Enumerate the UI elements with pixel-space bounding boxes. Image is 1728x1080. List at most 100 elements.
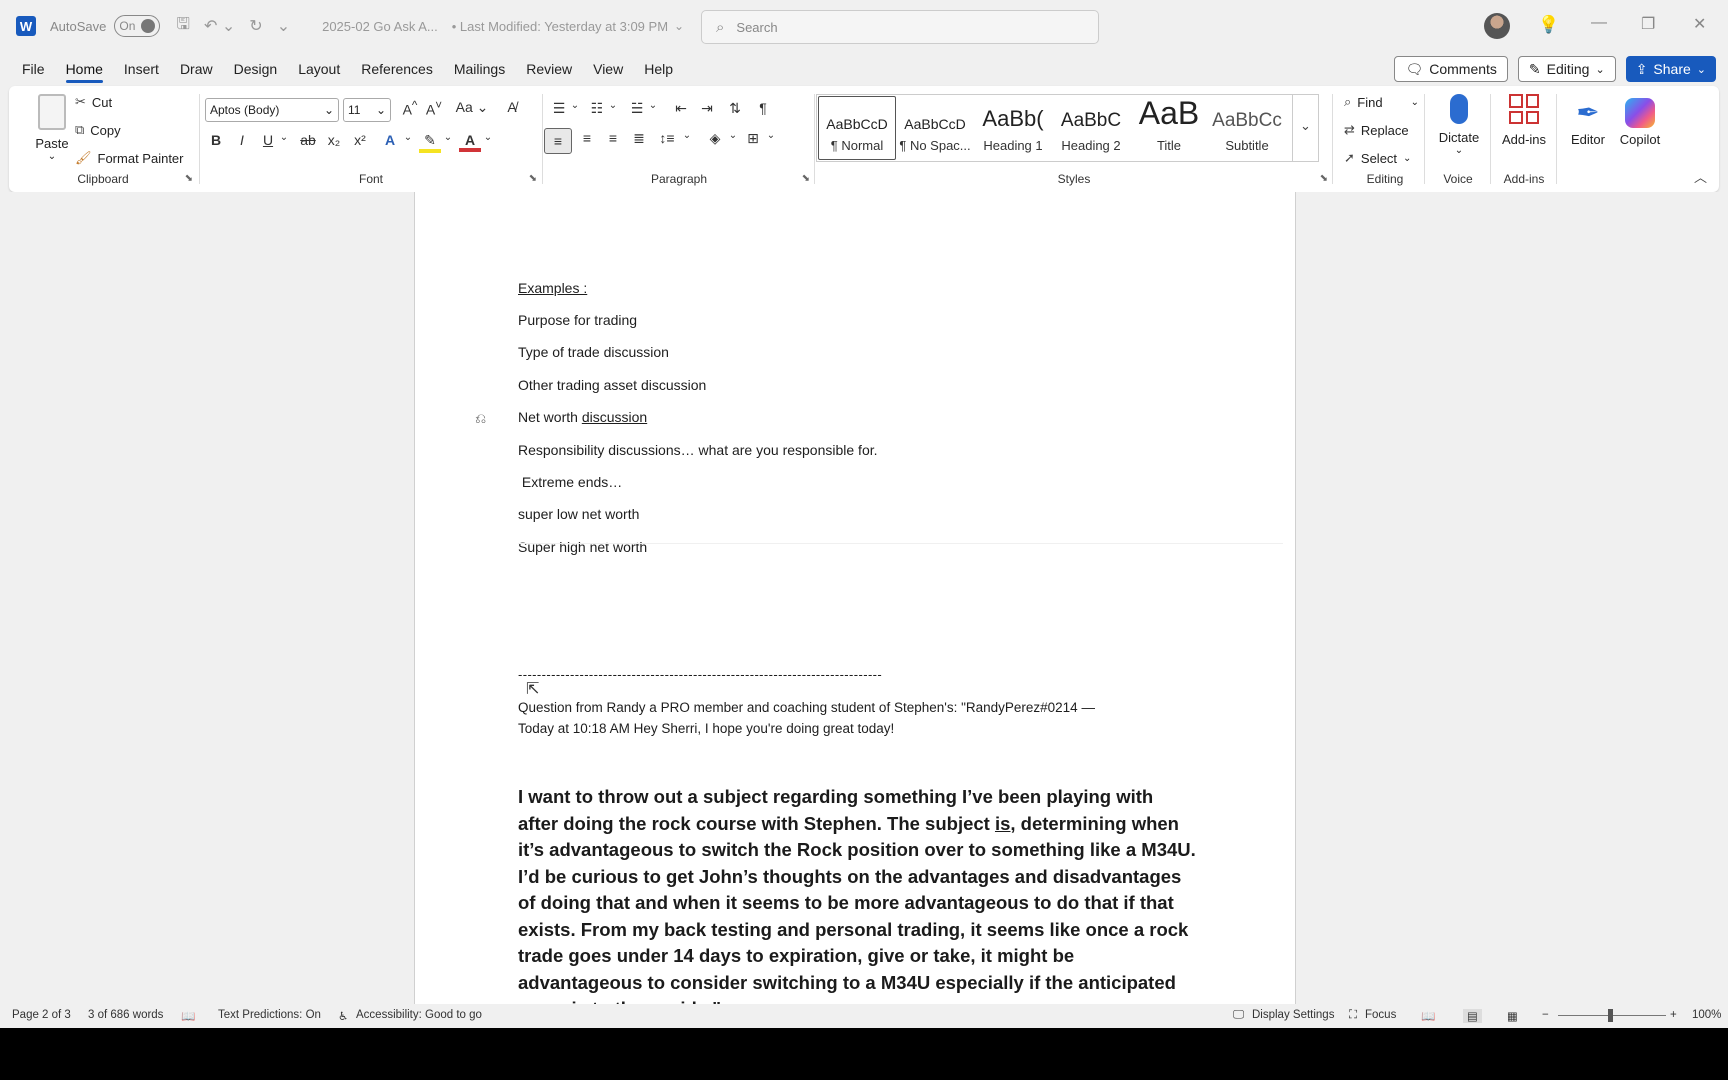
read-mode-icon[interactable]: 📖 xyxy=(1421,1009,1435,1023)
font-name-dropdown[interactable]: Aptos (Body) ⌄ xyxy=(205,98,339,122)
minimize-icon[interactable]: — xyxy=(1591,14,1607,32)
tab-layout[interactable]: Layout xyxy=(298,55,340,83)
italic-icon[interactable]: I xyxy=(231,132,253,148)
zoom-slider-thumb[interactable] xyxy=(1608,1009,1613,1022)
editor-label: Editor xyxy=(1571,132,1605,147)
redo-icon[interactable]: ↻ xyxy=(249,16,262,36)
align-right-icon[interactable]: ≡ xyxy=(602,130,624,146)
chevron-down-icon[interactable]: ⌄ xyxy=(676,130,698,141)
tab-design[interactable]: Design xyxy=(234,55,278,83)
document-page[interactable]: Examples : Purpose for trading Type of t… xyxy=(414,192,1296,1004)
restore-icon[interactable]: ❐ xyxy=(1641,14,1655,34)
addins-button[interactable]: Add-ins xyxy=(1494,94,1554,147)
display-settings[interactable]: Display Settings xyxy=(1252,1009,1334,1021)
lightbulb-icon[interactable]: 💡 xyxy=(1538,15,1559,35)
zoom-level[interactable]: 100% xyxy=(1692,1009,1721,1021)
tab-file[interactable]: File xyxy=(22,55,45,83)
chevron-down-icon[interactable]: ⌄ xyxy=(273,132,295,143)
strikethrough-icon[interactable]: ab xyxy=(297,132,319,148)
align-left-icon[interactable]: ≡ xyxy=(544,128,572,154)
chevron-down-icon[interactable]: ⌄ xyxy=(477,132,499,143)
chevron-down-icon[interactable]: ⌄ xyxy=(564,100,586,111)
chevron-down-icon[interactable]: ⌄ xyxy=(642,100,664,111)
show-formatting-marks-icon[interactable]: ¶ xyxy=(752,100,774,116)
share-icon: ⇪ xyxy=(1635,60,1648,77)
text-predictions[interactable]: Text Predictions: On xyxy=(218,1009,321,1021)
document-title[interactable]: 2025-02 Go Ask A... xyxy=(322,19,438,34)
subscript-icon[interactable]: x₂ xyxy=(323,132,345,148)
chevron-down-icon[interactable]: ⌄ xyxy=(602,100,624,111)
tab-review[interactable]: Review xyxy=(526,55,572,83)
tab-mailings[interactable]: Mailings xyxy=(454,55,505,83)
justify-icon[interactable]: ≣ xyxy=(628,130,650,147)
cut-button[interactable]: ✂ Cut xyxy=(75,94,112,110)
copilot-button[interactable]: Copilot xyxy=(1612,94,1668,147)
copilot-margin-icon[interactable]: ⎌ xyxy=(475,410,486,427)
copilot-label: Copilot xyxy=(1619,132,1661,147)
close-icon[interactable]: ✕ xyxy=(1693,14,1706,34)
proofing-icon[interactable]: 📖 xyxy=(181,1009,195,1023)
doc-line: Type of trade discussion xyxy=(518,344,669,360)
increase-indent-icon[interactable]: ⇥ xyxy=(696,100,718,117)
doc-line: Responsibility discussions… what are you… xyxy=(518,442,878,458)
autosave-toggle[interactable]: On xyxy=(114,15,161,37)
chevron-down-icon[interactable]: ⌄ xyxy=(437,132,459,143)
align-center-icon[interactable]: ≡ xyxy=(576,130,598,146)
sort-icon[interactable]: ⇅ xyxy=(724,100,746,117)
format-painter-button[interactable]: 🖌 Format Painter xyxy=(75,150,184,166)
undo-icon[interactable]: ↶ ⌄ xyxy=(204,16,235,36)
chevron-down-icon[interactable]: ⌄ xyxy=(674,19,684,33)
change-case-icon[interactable]: Aa ⌄ xyxy=(455,99,489,116)
clear-formatting-icon[interactable]: A̸ xyxy=(501,99,523,115)
web-layout-icon[interactable]: ▦ xyxy=(1507,1009,1518,1023)
focus-mode[interactable]: Focus xyxy=(1365,1009,1396,1021)
dialog-launcher-icon[interactable]: ⬊ xyxy=(529,173,537,184)
font-size-dropdown[interactable]: 11 ⌄ xyxy=(343,98,391,122)
tab-help[interactable]: Help xyxy=(644,55,673,83)
tab-insert[interactable]: Insert xyxy=(124,55,159,83)
tab-draw[interactable]: Draw xyxy=(180,55,213,83)
select-button[interactable]: ➚ Select ⌄ xyxy=(1344,150,1411,166)
dialog-launcher-icon[interactable]: ⬊ xyxy=(185,173,193,184)
display-settings-icon: 🖵 xyxy=(1233,1009,1245,1021)
dialog-launcher-icon[interactable]: ⬊ xyxy=(1320,173,1328,184)
superscript-icon[interactable]: x² xyxy=(349,132,371,148)
tab-home[interactable]: Home xyxy=(65,55,104,83)
chevron-down-icon[interactable]: ⌄ xyxy=(722,130,744,141)
avatar[interactable] xyxy=(1484,13,1510,39)
paste-button[interactable]: Paste ⌄ xyxy=(25,94,79,162)
find-button[interactable]: ⌕ Find ⌄ xyxy=(1344,94,1419,110)
replace-button[interactable]: ⇄ Replace xyxy=(1344,122,1409,138)
search-input[interactable]: ⌕ Search xyxy=(701,10,1099,44)
editor-button[interactable]: ✒ Editor xyxy=(1562,94,1614,147)
word-count[interactable]: 3 of 686 words xyxy=(88,1009,163,1021)
last-modified[interactable]: • Last Modified: Yesterday at 3:09 PM xyxy=(452,19,668,34)
chevron-down-icon[interactable]: ⌄ xyxy=(397,132,419,143)
tab-references[interactable]: References xyxy=(361,55,433,83)
dialog-launcher-icon[interactable]: ⬊ xyxy=(802,173,810,184)
customize-qat-icon[interactable]: ⌄ xyxy=(277,16,290,36)
chevron-down-icon[interactable]: ⌄ xyxy=(760,130,782,141)
bold-icon[interactable]: B xyxy=(205,132,227,148)
shrink-font-icon[interactable]: A˅ xyxy=(423,99,445,118)
tab-view[interactable]: View xyxy=(593,55,623,83)
line-spacing-icon[interactable]: ↕≡ xyxy=(656,130,678,146)
zoom-in-icon[interactable]: + xyxy=(1670,1009,1677,1021)
dictate-button[interactable]: Dictate ⌄ xyxy=(1432,94,1486,156)
comments-button[interactable]: 🗨 Comments xyxy=(1394,56,1508,82)
zoom-out-icon[interactable]: − xyxy=(1542,1009,1549,1021)
editing-mode-button[interactable]: ✎ Editing ⌄ xyxy=(1517,56,1616,82)
group-divider xyxy=(1332,94,1333,184)
collapse-ribbon-icon[interactable]: ︿ xyxy=(1694,167,1707,186)
question-line-1: Question from Randy a PRO member and coa… xyxy=(518,700,1095,715)
page-count[interactable]: Page 2 of 3 xyxy=(12,1009,71,1021)
chevron-down-icon: ⌄ xyxy=(1403,152,1412,164)
save-icon[interactable]: 🖫 xyxy=(176,13,190,40)
addins-grid-icon xyxy=(1509,94,1539,124)
copy-button[interactable]: ⧉ Copy xyxy=(75,122,121,138)
accessibility-status[interactable]: Accessibility: Good to go xyxy=(356,1009,482,1021)
grow-font-icon[interactable]: A^ xyxy=(399,99,421,118)
decrease-indent-icon[interactable]: ⇤ xyxy=(670,100,692,117)
share-button[interactable]: ⇪ Share ⌄ xyxy=(1625,56,1716,82)
print-layout-icon[interactable]: ▤ xyxy=(1463,1009,1482,1023)
